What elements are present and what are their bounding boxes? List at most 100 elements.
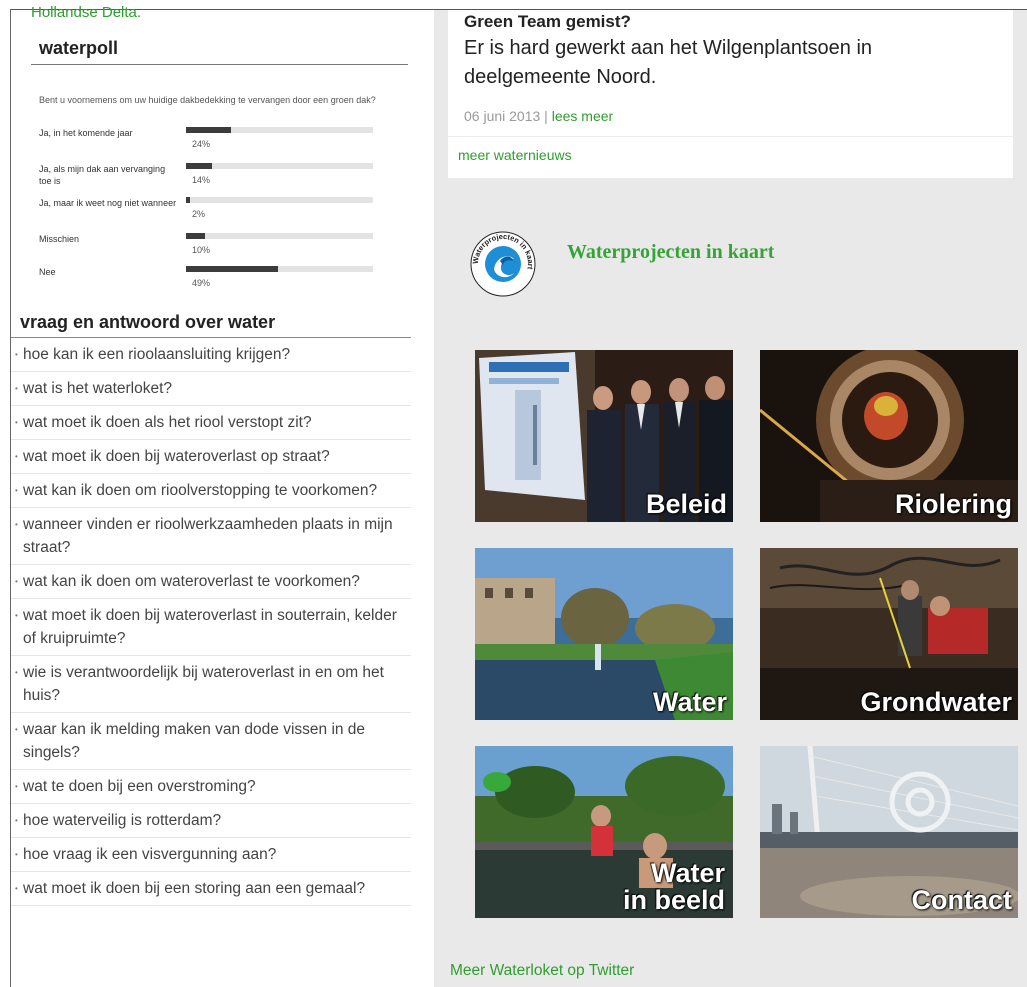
tile-contact[interactable]: Contact [760, 746, 1018, 918]
poll-title: waterpoll [39, 38, 119, 58]
read-more-link[interactable]: lees meer [552, 108, 613, 124]
tile-label-line2: in beeld [622, 885, 725, 915]
faq-item[interactable]: • wie is verantwoordelijk bij wateroverla… [11, 656, 411, 713]
faq-link[interactable]: wanneer vinden er rioolwerkzaamheden pla… [23, 516, 393, 556]
poll-option-label: Ja, als mijn dak aan vervanging toe is [39, 164, 166, 186]
faq-item[interactable]: • wat te doen bij een overstroming? [11, 770, 411, 804]
news-meta: 06 juni 2013 | lees meer [464, 108, 613, 124]
waterprojects-title[interactable]: Waterprojecten in kaart [567, 241, 774, 264]
faq-list: • hoe kan ik een rioolaansluiting krijgen… [11, 338, 411, 906]
faq-link[interactable]: hoe waterveilig is rotterdam? [23, 812, 221, 829]
poll-option-label: Ja, maar ik weet nog niet wanneer [39, 198, 177, 208]
tile-label-line1: Water [650, 858, 725, 888]
partner-link[interactable]: Hollandse Delta. [31, 5, 141, 21]
poll-option-label: Nee [39, 267, 56, 277]
faq-link[interactable]: wat moet ik doen bij een storing aan een… [23, 880, 365, 897]
bullet-icon: • [15, 816, 18, 825]
twitter-link[interactable]: Meer Waterloket op Twitter [450, 962, 634, 980]
poll-bar-fill [186, 266, 278, 272]
faq-item[interactable]: • hoe waterveilig is rotterdam? [11, 804, 411, 838]
faq-item[interactable]: • wanneer vinden er rioolwerkzaamheden pl… [11, 508, 411, 565]
faq-title: vraag en antwoord over water [20, 312, 276, 332]
tile-beleid[interactable]: Beleid [475, 350, 733, 522]
poll-option: Nee 49% [39, 266, 409, 296]
poll-bar-fill [186, 233, 205, 239]
poll-bar-track [186, 266, 373, 272]
poll-bar-fill [186, 197, 190, 203]
poll-bar-fill [186, 127, 231, 133]
poll-option-label: Misschien [39, 234, 80, 244]
right-column: Green Team gemist? Er is hard gewerkt aa… [434, 10, 1027, 987]
poll-option: Ja, maar ik weet nog niet wanneer 2% [39, 197, 409, 227]
faq-link[interactable]: hoe kan ik een rioolaansluiting krijgen? [23, 346, 290, 363]
news-date: 06 juni 2013 [464, 108, 541, 124]
bullet-icon: • [15, 850, 18, 859]
faq-link[interactable]: wat moet ik doen bij wateroverlast op st… [23, 448, 330, 465]
poll-option: Misschien 10% [39, 233, 409, 263]
faq-item[interactable]: • wat kan ik doen om wateroverlast te voo… [11, 565, 411, 599]
faq-link[interactable]: waar kan ik melding maken van dode visse… [23, 721, 365, 761]
faq-item[interactable]: • wat moet ik doen bij wateroverlast in s… [11, 599, 411, 656]
tile-riolering-label: Riolering [894, 489, 1012, 519]
bullet-icon: • [15, 884, 18, 893]
more-news-link[interactable]: meer waternieuws [458, 147, 572, 163]
faq-item[interactable]: • wat moet ik doen bij een storing aan ee… [11, 872, 411, 906]
bullet-icon: • [15, 611, 18, 620]
poll-bar-track [186, 163, 373, 169]
poll-bar-track [186, 127, 373, 133]
bullet-icon: • [15, 520, 18, 529]
faq-item[interactable]: • waar kan ik melding maken van dode viss… [11, 713, 411, 770]
bullet-icon: • [15, 452, 18, 461]
tile-grondwater-label: Grondwater [860, 687, 1012, 717]
faq-link[interactable]: wat moet ik doen als het riool verstopt … [23, 414, 312, 431]
poll-option-percent: 2% [192, 209, 206, 219]
waterprojects-logo[interactable]: Waterprojecten in kaart [470, 231, 536, 297]
faq-item[interactable]: • hoe kan ik een rioolaansluiting krijgen… [11, 338, 411, 372]
faq-item[interactable]: • wat moet ik doen bij wateroverlast op s… [11, 440, 411, 474]
faq-link[interactable]: wat moet ik doen bij wateroverlast in so… [23, 607, 397, 647]
poll-option-percent: 24% [192, 139, 211, 149]
bullet-icon: • [15, 725, 18, 734]
faq-item[interactable]: • wat moet ik doen als het riool verstopt… [11, 406, 411, 440]
news-card: Green Team gemist? Er is hard gewerkt aa… [448, 10, 1013, 178]
faq-link[interactable]: hoe vraag ik een visvergunning aan? [23, 846, 276, 863]
news-title[interactable]: Green Team gemist? [464, 12, 631, 32]
poll-option: Ja, in het komende jaar 24% [39, 127, 409, 157]
poll-option-percent: 10% [192, 245, 211, 255]
bullet-icon: • [15, 384, 18, 393]
bullet-icon: • [15, 668, 18, 677]
faq-link[interactable]: wie is verantwoordelijk bij wateroverlas… [23, 664, 384, 704]
news-divider [448, 136, 1013, 137]
poll-question: Bent u voornemens om uw huidige dakbedek… [39, 95, 376, 105]
faq-item[interactable]: • wat kan ik doen om rioolverstopping te … [11, 474, 411, 508]
bullet-icon: • [15, 577, 18, 586]
faq-link[interactable]: wat kan ik doen om rioolverstopping te v… [23, 482, 377, 499]
tile-water-in-beeld[interactable]: Water in beeld [475, 746, 733, 918]
faq-link[interactable]: wat kan ik doen om wateroverlast te voor… [23, 573, 360, 590]
poll-bar-track [186, 197, 373, 203]
tile-grondwater[interactable]: Grondwater [760, 548, 1018, 720]
poll-bar-fill [186, 163, 213, 169]
poll-option: Ja, als mijn dak aan vervanging toe is 1… [39, 163, 409, 193]
tile-beleid-label: Beleid [645, 489, 727, 519]
tile-contact-label: Contact [911, 885, 1013, 915]
bullet-icon: • [15, 418, 18, 427]
tile-water-label: Water [652, 687, 727, 717]
bullet-icon: • [15, 350, 18, 359]
poll-option-percent: 14% [192, 175, 211, 185]
bullet-icon: • [15, 486, 18, 495]
tile-water-in-beeld-label: Water in beeld [623, 860, 725, 914]
faq-item[interactable]: • wat is het waterloket? [11, 372, 411, 406]
poll-option-percent: 49% [192, 278, 211, 288]
tile-water[interactable]: Water [475, 548, 733, 720]
tile-riolering[interactable]: Riolering [760, 350, 1018, 522]
news-separator: | [540, 108, 552, 124]
poll-divider [31, 64, 408, 65]
faq-item[interactable]: • hoe vraag ik een visvergunning aan? [11, 838, 411, 872]
bullet-icon: • [15, 782, 18, 791]
faq-link[interactable]: wat is het waterloket? [23, 380, 172, 397]
poll-bar-track [186, 233, 373, 239]
faq-link[interactable]: wat te doen bij een overstroming? [23, 778, 256, 795]
news-text: Er is hard gewerkt aan het Wilgenplantso… [464, 37, 873, 88]
poll-option-label: Ja, in het komende jaar [39, 128, 133, 138]
